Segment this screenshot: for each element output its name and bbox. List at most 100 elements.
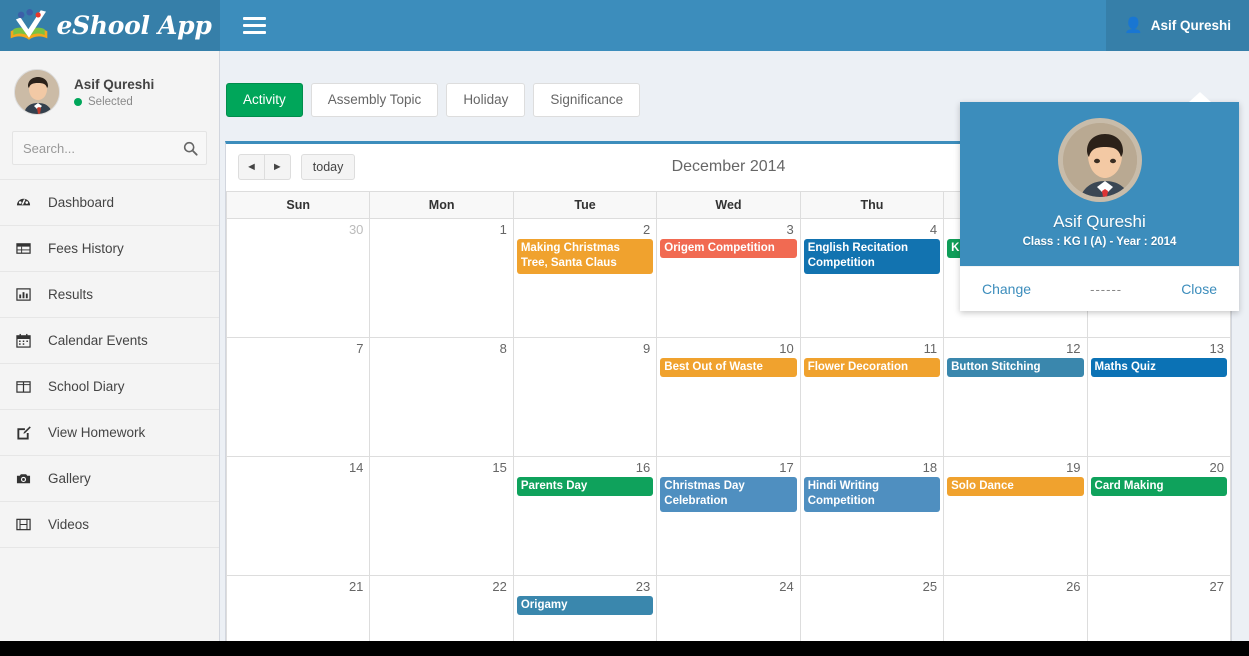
table-icon xyxy=(16,241,38,256)
calendar-day-cell[interactable]: 13 Maths Quiz xyxy=(1086,336,1232,457)
calendar-event[interactable]: Best Out of Waste xyxy=(660,357,797,378)
sidebar-item-label: Videos xyxy=(48,517,90,532)
calendar-day-cell[interactable]: 10 Best Out of Waste xyxy=(656,336,801,457)
weekday-header: Sun xyxy=(225,190,371,219)
weekday-header: Tue xyxy=(512,190,658,219)
calendar-day-number: 14 xyxy=(348,459,364,475)
calendar-event[interactable]: Origamy xyxy=(516,595,654,616)
calendar-day-number: 22 xyxy=(492,578,507,594)
calendar-event[interactable]: Christmas Day Celebration xyxy=(660,476,797,513)
calendar-day-cell[interactable]: 12 Button Stitching xyxy=(943,336,1088,457)
calendar-day-cell[interactable]: 15 xyxy=(369,455,514,576)
calendar-event[interactable]: Solo Dance xyxy=(947,476,1084,497)
popup-user-name: Asif Qureshi xyxy=(1053,212,1146,231)
calendar-day-number: 21 xyxy=(348,578,364,594)
tab-assembly-topic[interactable]: Assembly Topic xyxy=(310,83,439,117)
user-avatar-icon xyxy=(15,70,59,114)
sidebar-item-dashboard[interactable]: Dashboard xyxy=(0,180,219,226)
popup-avatar xyxy=(1057,118,1142,202)
calendar-day-number: 10 xyxy=(779,340,794,356)
edit-icon xyxy=(16,425,38,440)
search-icon[interactable] xyxy=(174,132,206,164)
calendar-day-cell[interactable]: 25 xyxy=(799,574,945,641)
calendar-day-cell[interactable]: 30 xyxy=(225,217,371,338)
calendar-nav-group: ◄ ► xyxy=(238,154,291,180)
calendar-day-cell[interactable]: 9 xyxy=(512,336,658,457)
sidebar-item-videos[interactable]: Videos xyxy=(0,502,219,548)
calendar-event[interactable]: Origem Competition xyxy=(660,238,797,259)
calendar-day-cell[interactable]: 20 Card Making xyxy=(1086,455,1232,576)
sidebar: Asif Qureshi Selected Dash xyxy=(0,51,220,641)
popup-body: Asif Qureshi Class : KG I (A) - Year : 2… xyxy=(960,102,1239,266)
sidebar-item-school-diary[interactable]: School Diary xyxy=(0,364,219,410)
header-user-menu[interactable]: 👤 Asif Qureshi xyxy=(1106,0,1249,51)
calendar-day-cell[interactable]: 2 Making Christmas Tree, Santa Claus xyxy=(512,217,658,338)
calendar-day-cell[interactable]: 4 English Recitation Competition xyxy=(799,217,945,338)
calendar-day-number: 2 xyxy=(643,221,651,237)
calendar-prev-button[interactable]: ◄ xyxy=(238,154,265,180)
calendar-today-button[interactable]: today xyxy=(300,154,356,180)
calendar-day-number: 26 xyxy=(1066,578,1081,594)
calendar-day-cell[interactable]: 14 xyxy=(225,455,371,576)
sidebar-item-fees-history[interactable]: Fees History xyxy=(0,226,219,272)
calendar-next-button[interactable]: ► xyxy=(264,154,291,180)
calendar-day-number: 8 xyxy=(499,340,507,356)
calendar-event[interactable]: Button Stitching xyxy=(947,357,1084,378)
calendar-day-cell[interactable]: 1 xyxy=(369,217,514,338)
calendar-event[interactable]: English Recitation Competition xyxy=(803,238,941,275)
tab-activity[interactable]: Activity xyxy=(226,83,303,117)
sidebar-profile[interactable]: Asif Qureshi Selected xyxy=(0,51,219,125)
weekday-header: Thu xyxy=(799,190,945,219)
popup-change-button[interactable]: Change xyxy=(982,281,1031,297)
hamburger-icon[interactable] xyxy=(232,0,277,51)
popup-close-button[interactable]: Close xyxy=(1181,281,1217,297)
sidebar-item-label: View Homework xyxy=(48,425,146,440)
top-header: eShool App 👤 Asif Qureshi xyxy=(0,0,1249,51)
brand-logo[interactable]: eShool App xyxy=(0,0,220,51)
sidebar-item-results[interactable]: Results xyxy=(0,272,219,318)
film-icon xyxy=(16,517,38,532)
popup-separator: ------ xyxy=(1090,281,1123,297)
calendar-day-cell[interactable]: 16 Parents Day xyxy=(512,455,658,576)
calendar-day-cell[interactable]: 3 Origem Competition xyxy=(656,217,801,338)
sidebar-profile-status: Selected xyxy=(74,96,154,108)
sidebar-profile-status-label: Selected xyxy=(88,95,133,108)
calendar-week-row: 14 15 16 Parents Day 17 Christmas Day Celebra… xyxy=(225,455,1232,576)
tab-significance[interactable]: Significance xyxy=(533,83,641,117)
calendar-day-cell[interactable]: 24 xyxy=(656,574,801,641)
sidebar-profile-meta: Asif Qureshi Selected xyxy=(74,77,154,108)
calendar-day-cell[interactable]: 11 Flower Decoration xyxy=(799,336,945,457)
sidebar-item-gallery[interactable]: Gallery xyxy=(0,456,219,502)
calendar-day-number: 17 xyxy=(779,459,794,475)
calendar-day-number: 20 xyxy=(1209,459,1224,475)
calendar-day-cell[interactable]: 23 Origamy xyxy=(512,574,658,641)
calendar-day-cell[interactable]: 27 xyxy=(1086,574,1232,641)
calendar-day-number: 19 xyxy=(1066,459,1081,475)
calendar-day-number: 23 xyxy=(635,578,651,594)
sidebar-item-view-homework[interactable]: View Homework xyxy=(0,410,219,456)
calendar-day-cell[interactable]: 22 xyxy=(369,574,514,641)
calendar-event[interactable]: Flower Decoration xyxy=(803,357,941,378)
popup-footer: Change ------ Close xyxy=(960,266,1239,311)
calendar-day-cell[interactable]: 19 Solo Dance xyxy=(943,455,1088,576)
calendar-event[interactable]: Maths Quiz xyxy=(1090,357,1227,378)
calendar-icon xyxy=(16,333,38,348)
sidebar-item-label: School Diary xyxy=(48,379,125,394)
calendar-event[interactable]: Hindi Writing Competition xyxy=(803,476,941,513)
sidebar-item-calendar-events[interactable]: Calendar Events xyxy=(0,318,219,364)
calendar-week-row: 7 8 9 10 Best Out of Waste 11 Flower Decoratio… xyxy=(225,336,1232,457)
sidebar-profile-name: Asif Qureshi xyxy=(74,76,155,92)
tab-holiday[interactable]: Holiday xyxy=(446,83,526,117)
calendar-day-cell[interactable]: 7 xyxy=(225,336,371,457)
calendar-day-cell[interactable]: 17 Christmas Day Celebration xyxy=(656,455,801,576)
calendar-day-cell[interactable]: 21 xyxy=(225,574,371,641)
calendar-day-number: 7 xyxy=(356,340,364,356)
calendar-day-cell[interactable]: 26 xyxy=(943,574,1088,641)
calendar-event[interactable]: Making Christmas Tree, Santa Claus xyxy=(516,238,654,275)
calendar-day-cell[interactable]: 18 Hindi Writing Competition xyxy=(799,455,945,576)
sidebar-item-label: Calendar Events xyxy=(48,333,148,348)
calendar-day-number: 4 xyxy=(929,221,938,237)
calendar-day-cell[interactable]: 8 xyxy=(369,336,514,457)
calendar-event[interactable]: Card Making xyxy=(1090,476,1227,497)
calendar-event[interactable]: Parents Day xyxy=(516,476,654,497)
